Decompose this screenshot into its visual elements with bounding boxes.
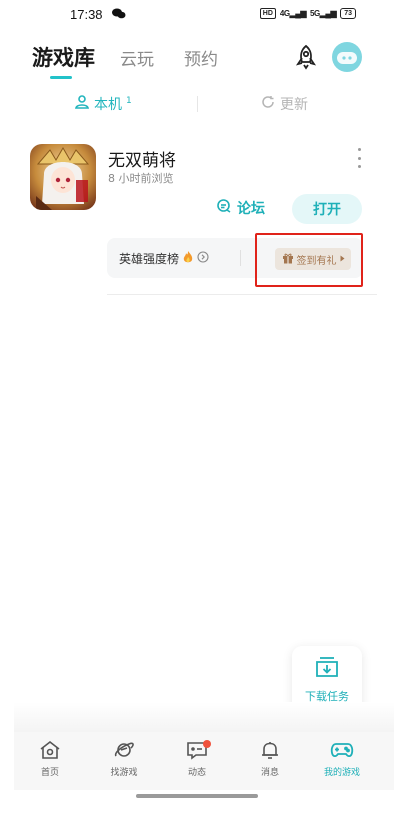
rocket-icon[interactable] xyxy=(292,43,320,71)
hd-badge: HD xyxy=(259,8,276,19)
status-indicators: HD 4G▂▄▆ 5G▂▄▆ 73 xyxy=(259,8,356,19)
gamepad-icon xyxy=(330,740,354,760)
avatar[interactable] xyxy=(332,42,362,72)
nav-label-feed: 动态 xyxy=(187,768,206,778)
local-count: 1 xyxy=(126,96,132,106)
sub-tab-update-label: 更新 xyxy=(280,97,308,113)
nav-label-discover: 找游戏 xyxy=(110,768,138,778)
notification-dot xyxy=(203,740,211,748)
download-tray-icon xyxy=(315,656,339,682)
forum-label: 论坛 xyxy=(237,201,265,217)
chevron-right-circle-icon xyxy=(197,251,209,266)
person-icon xyxy=(74,94,90,114)
fire-icon xyxy=(182,250,194,267)
game-icon[interactable] xyxy=(30,144,96,210)
nav-item-discover[interactable]: 找游戏 xyxy=(94,740,154,778)
nav-label-home: 首页 xyxy=(40,768,59,778)
bottom-nav: 首页 找游戏 动态 消息 我的游戏 xyxy=(14,732,394,790)
game-last-seen: 8 小时前浏览 xyxy=(108,172,174,185)
nav-label-messages: 消息 xyxy=(260,768,279,778)
extras-divider xyxy=(240,250,241,266)
sub-tab-divider xyxy=(197,96,198,112)
refresh-icon xyxy=(261,95,275,113)
open-game-button[interactable]: 打开 xyxy=(292,194,362,224)
sub-tab-local[interactable]: 本机 1 xyxy=(74,94,132,114)
card-separator xyxy=(107,294,377,295)
active-tab-indicator xyxy=(50,76,72,79)
sub-tabs: 本机 1 更新 xyxy=(0,94,408,118)
nav-label-my-games: 我的游戏 xyxy=(323,768,360,778)
wechat-icon xyxy=(112,8,126,22)
more-options-icon[interactable] xyxy=(355,148,363,168)
nav-item-messages[interactable]: 消息 xyxy=(240,740,300,778)
status-time: 17:38 xyxy=(70,7,103,22)
nav-item-home[interactable]: 首页 xyxy=(20,740,80,778)
tab-cloud-play[interactable]: 云玩 xyxy=(120,45,154,70)
status-bar: 17:38 HD 4G▂▄▆ 5G▂▄▆ 73 xyxy=(0,0,408,30)
nav-item-feed[interactable]: 动态 xyxy=(167,740,227,778)
nav-fade xyxy=(14,702,394,732)
hero-rank-link[interactable]: 英雄强度榜 xyxy=(119,250,209,267)
forum-icon xyxy=(216,198,232,218)
game-title[interactable]: 无双萌将 xyxy=(108,146,176,171)
top-header: 游戏库 云玩 预约 xyxy=(0,40,408,80)
home-indicator[interactable] xyxy=(136,794,258,798)
home-icon xyxy=(39,740,61,760)
signal-icon-2: 5G▂▄▆ xyxy=(310,9,337,18)
sub-tab-update[interactable]: 更新 xyxy=(261,94,308,114)
nav-item-my-games[interactable]: 我的游戏 xyxy=(312,740,372,778)
forum-button[interactable]: 论坛 xyxy=(216,198,265,218)
bell-icon xyxy=(259,740,281,760)
battery-icon: 73 xyxy=(340,8,356,19)
sub-tab-local-label: 本机 xyxy=(94,97,122,113)
hero-rank-label: 英雄强度榜 xyxy=(119,252,180,266)
tab-reservations[interactable]: 预约 xyxy=(184,45,218,70)
tab-game-library[interactable]: 游戏库 xyxy=(32,42,95,72)
highlight-box xyxy=(255,233,363,287)
signal-icon: 4G▂▄▆ xyxy=(279,9,307,18)
planet-icon xyxy=(113,740,135,760)
